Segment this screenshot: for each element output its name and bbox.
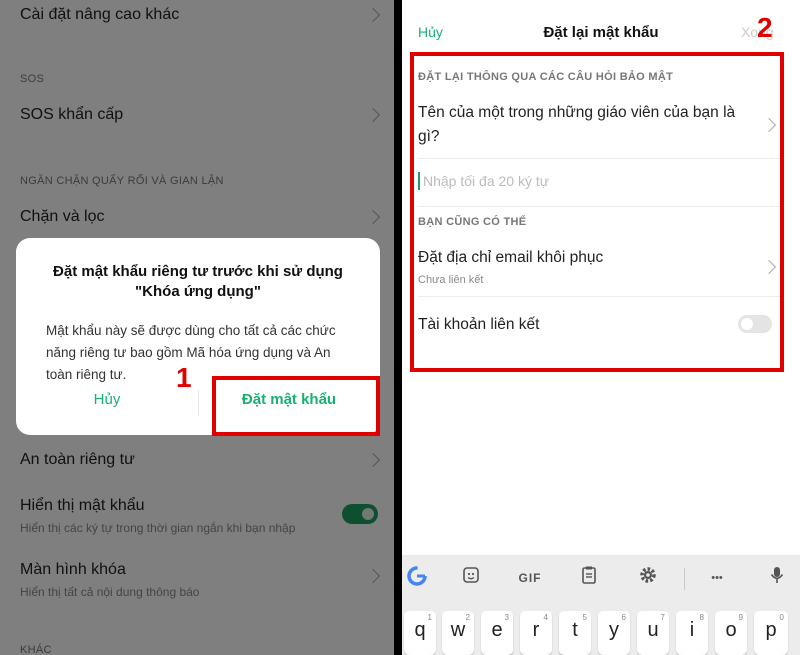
key-u-label: u: [647, 619, 659, 641]
key-w-label: w: [450, 619, 466, 641]
key-q-label: q: [414, 619, 426, 641]
google-icon[interactable]: [404, 565, 430, 591]
reset-password-screen: Hủy Đặt lại mật khẩu Xong ĐẶT LẠI THÔNG …: [402, 0, 800, 655]
highlight-box-1: [212, 376, 380, 436]
settings-screen: Cài đặt nâng cao khác SOS SOS khẩn cấp N…: [0, 0, 394, 655]
key-y-label: y: [609, 619, 619, 641]
key-r-hint: 4: [543, 613, 548, 622]
key-o-hint: 9: [738, 613, 743, 622]
key-t-hint: 5: [582, 613, 587, 622]
mic-icon[interactable]: [764, 565, 790, 591]
key-w[interactable]: w2: [442, 611, 474, 655]
dialog-title: Đặt mật khẩu riêng tư trước khi sử dụng …: [53, 263, 343, 300]
key-q[interactable]: q1: [404, 611, 436, 655]
key-o-label: o: [725, 619, 737, 641]
key-e-hint: 3: [504, 613, 509, 622]
key-i-label: i: [689, 619, 695, 641]
step-marker-2: 2: [757, 12, 773, 43]
key-p[interactable]: p0: [754, 611, 788, 655]
key-r[interactable]: r4: [520, 611, 552, 655]
key-e[interactable]: e3: [481, 611, 513, 655]
key-r-label: r: [532, 619, 540, 641]
key-y[interactable]: y6: [598, 611, 630, 655]
gif-button[interactable]: GIF: [512, 565, 548, 591]
highlight-box-2: [410, 52, 784, 372]
key-u-hint: 7: [660, 613, 665, 622]
sticker-icon[interactable]: [458, 565, 484, 591]
clipboard-icon[interactable]: [576, 565, 602, 591]
key-y-hint: 6: [621, 613, 626, 622]
key-q-hint: 1: [427, 613, 432, 622]
step-marker-1: 1: [176, 362, 192, 393]
key-w-hint: 2: [465, 613, 470, 622]
settings-icon[interactable]: [635, 565, 661, 591]
toolbar-divider: [684, 568, 685, 590]
key-t-label: t: [572, 619, 578, 641]
key-t[interactable]: t5: [559, 611, 591, 655]
key-e-label: e: [491, 619, 503, 641]
dialog-cancel-button[interactable]: Hủy: [16, 391, 198, 408]
key-p-hint: 0: [779, 613, 784, 622]
key-p-label: p: [765, 619, 777, 641]
key-u[interactable]: u7: [637, 611, 669, 655]
key-i[interactable]: i8: [676, 611, 708, 655]
key-o[interactable]: o9: [715, 611, 747, 655]
more-icon[interactable]: •••: [704, 565, 730, 591]
key-i-hint: 8: [699, 613, 704, 622]
on-screen-keyboard: GIF ••• q1 w2 e3 r4 t5 y6 u7 i8 o9 p0: [402, 555, 800, 655]
